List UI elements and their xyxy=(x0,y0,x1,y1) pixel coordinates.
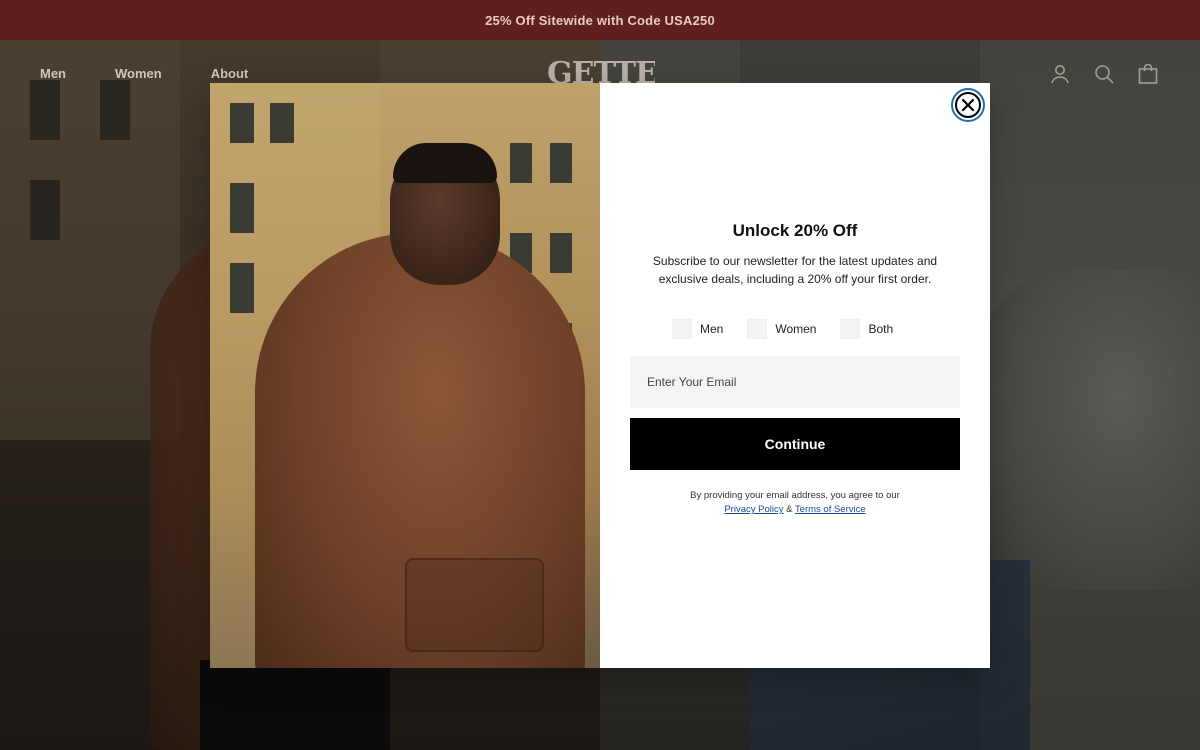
search-icon[interactable] xyxy=(1092,62,1116,86)
legal-prefix: By providing your email address, you agr… xyxy=(690,490,900,501)
main-nav: Men Women About xyxy=(40,66,248,81)
modal-title: Unlock 20% Off xyxy=(732,221,858,240)
legal-notice: By providing your email address, you agr… xyxy=(630,489,960,517)
modal-form-panel: Unlock 20% Off Subscribe to our newslett… xyxy=(600,83,990,668)
checkbox-men[interactable] xyxy=(672,319,692,339)
checkbox-women[interactable] xyxy=(747,319,768,339)
nav-item-men[interactable]: Men xyxy=(40,66,66,81)
announcement-text: 25% Off Sitewide with Code USA250 xyxy=(485,12,715,28)
nav-item-about[interactable]: About xyxy=(211,66,249,81)
privacy-policy-link[interactable]: Privacy Policy xyxy=(724,504,783,515)
newsletter-modal: Unlock 20% Off Subscribe to our newslett… xyxy=(210,83,990,668)
close-icon xyxy=(955,92,981,118)
choice-women[interactable]: Women xyxy=(747,319,816,339)
continue-button[interactable]: Continue xyxy=(630,418,960,470)
email-field[interactable] xyxy=(630,356,960,408)
modal-hero-image xyxy=(210,83,600,668)
checkbox-both[interactable] xyxy=(840,319,861,339)
choice-women-label: Women xyxy=(775,322,817,336)
close-button[interactable] xyxy=(951,88,985,122)
choice-men[interactable]: Men xyxy=(672,319,723,339)
account-icon[interactable] xyxy=(1048,62,1072,86)
cart-icon[interactable] xyxy=(1136,62,1160,86)
terms-of-service-link[interactable]: Terms of Service xyxy=(795,504,866,515)
choice-men-label: Men xyxy=(700,322,724,336)
modal-description: Subscribe to our newsletter for the late… xyxy=(652,254,938,286)
announcement-bar: 25% Off Sitewide with Code USA250 xyxy=(0,0,1200,40)
legal-amp: & xyxy=(786,504,793,515)
nav-item-women[interactable]: Women xyxy=(115,66,162,81)
choice-both[interactable]: Both xyxy=(840,319,893,339)
header-actions xyxy=(1048,62,1160,86)
choice-both-label: Both xyxy=(868,322,894,336)
gender-preference-group: Men Women Both xyxy=(672,319,893,339)
